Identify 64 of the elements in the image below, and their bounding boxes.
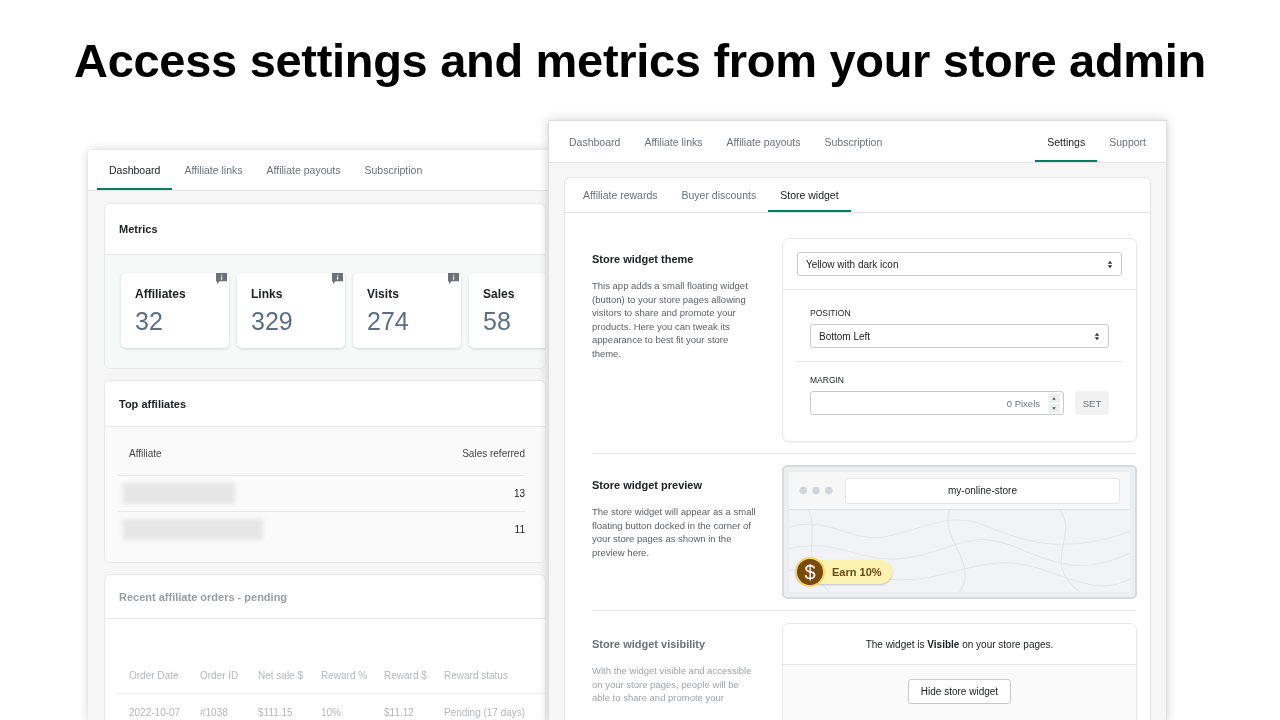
- status-text: The widget is Visible on your store pages.: [865, 638, 1054, 650]
- margin-input[interactable]: 0 Pixels: [810, 391, 1064, 415]
- column-header: Order Date: [129, 669, 180, 681]
- tab[interactable]: Affiliate payouts: [254, 150, 353, 190]
- table-cell-text: $11.12: [384, 706, 415, 718]
- tab[interactable]: Dashboard: [557, 121, 633, 162]
- card-title: Top affiliates: [119, 397, 187, 410]
- set-button[interactable]: SET: [1075, 391, 1109, 415]
- column-header: Order ID: [200, 669, 240, 681]
- tab[interactable]: Affiliate links: [172, 150, 255, 190]
- metric-label: Links: [251, 287, 284, 301]
- section-description: With the widget visible and accessible on your store pages, people will be able to share and promote your: [592, 664, 753, 705]
- card-title: Metrics: [119, 223, 158, 235]
- table-cell: 11: [514, 524, 525, 535]
- position-select[interactable]: Bottom Left: [810, 324, 1109, 348]
- info-icon[interactable]: [216, 273, 227, 284]
- column-header: Net sale $: [258, 669, 305, 681]
- metric-value: 32: [135, 307, 164, 336]
- column-header: Reward $: [384, 669, 428, 681]
- metric-label: Visits: [367, 287, 400, 301]
- tab[interactable]: Subscription: [812, 121, 895, 162]
- tab[interactable]: Support: [1097, 121, 1158, 162]
- table-cell-text: 2022-10-07: [129, 706, 182, 718]
- table-cell-text: Pending (17 days): [444, 706, 527, 718]
- column-header: Reward status: [444, 669, 509, 681]
- table-cell: 13: [513, 488, 525, 499]
- field-label: MARGIN: [810, 375, 845, 385]
- coin-icon: $: [795, 557, 825, 587]
- theme-select[interactable]: Yellow with dark icon: [797, 252, 1122, 276]
- column-header: Reward %: [321, 669, 369, 681]
- field-label: POSITION: [810, 308, 852, 318]
- tab[interactable]: Store widget: [768, 178, 851, 212]
- hide-widget-button[interactable]: Hide store widget: [907, 679, 1012, 704]
- section-title: Store widget theme: [592, 253, 695, 265]
- metric-value: 274: [367, 307, 410, 336]
- section-description: This app adds a small floating widget (button) to your store pages allowing visitors to share and promote your products. Here you can tweak its appearance to best fit your store theme.: [592, 279, 749, 361]
- earn-widget[interactable]: $ Earn 10%: [795, 560, 892, 584]
- address-bar: my-online-store: [845, 477, 1120, 504]
- step-up-icon[interactable]: [1047, 393, 1061, 403]
- tab[interactable]: Affiliate payouts: [714, 121, 813, 162]
- section-description: The store widget will appear as a small floating button docked in the corner of your store pages as shown in the preview here.: [592, 505, 757, 560]
- tab[interactable]: Subscription: [352, 150, 435, 190]
- table-cell-text: 10%: [321, 706, 342, 718]
- table-cell-text: $111.15: [258, 706, 294, 718]
- metric-value: 329: [251, 307, 294, 336]
- updown-icon: [1094, 331, 1100, 341]
- section-title: Store widget visibility: [592, 638, 707, 650]
- tab[interactable]: Affiliate rewards: [571, 178, 670, 212]
- column-header: Sales referred: [462, 447, 525, 459]
- table-cell-text: #1038: [200, 706, 229, 718]
- section-title: Store widget preview: [592, 479, 704, 491]
- info-icon[interactable]: [332, 273, 343, 284]
- metric-value: 58: [483, 307, 512, 336]
- window-dots-icon: [799, 486, 833, 495]
- card-title: Recent affiliate orders - pending: [119, 590, 288, 603]
- column-header: Affiliate: [129, 447, 162, 459]
- info-icon[interactable]: [448, 273, 459, 284]
- metric-label: Affiliates: [135, 287, 187, 301]
- metric-label: Sales: [483, 287, 516, 301]
- updown-icon: [1107, 259, 1113, 269]
- tab[interactable]: Buyer discounts: [669, 178, 769, 212]
- tab[interactable]: Affiliate links: [632, 121, 715, 162]
- headline: Access settings and metrics from your store admin: [73, 33, 1207, 88]
- step-down-icon[interactable]: [1047, 403, 1061, 413]
